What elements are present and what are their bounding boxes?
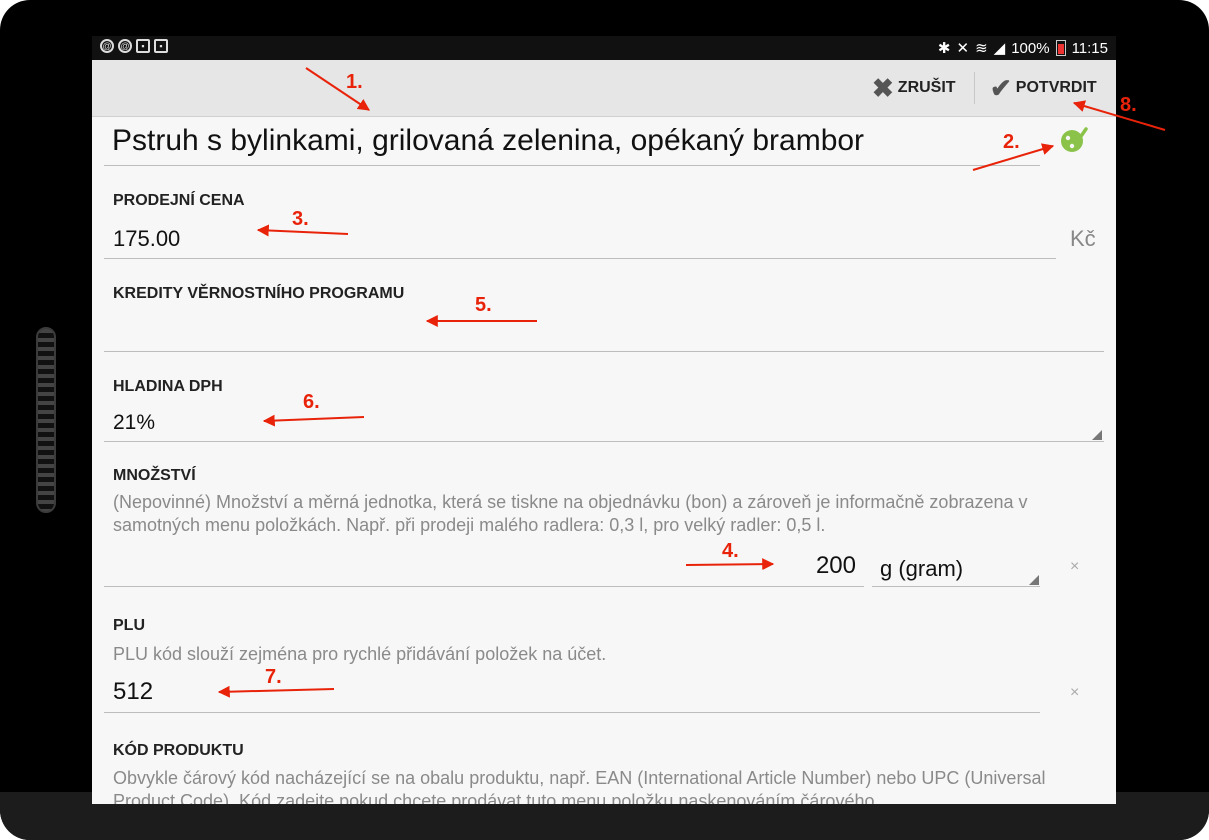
currency-label: Kč bbox=[1070, 226, 1096, 251]
notification-icon: ▪ bbox=[136, 39, 150, 53]
device-screen: @ @ ▪ ▪ ✱ ✕ ≋ ◢ 100% 11:15 ✖ ZRUŠIT ✔ PO… bbox=[92, 36, 1116, 804]
bluetooth-icon: ✱ bbox=[937, 40, 951, 57]
annotation-label-5: 5. bbox=[475, 294, 492, 316]
quantity-hint: (Nepovinné) Množství a měrná jednotka, k… bbox=[113, 492, 1028, 535]
price-input[interactable]: 175.00 bbox=[113, 226, 180, 252]
notification-icon: ▪ bbox=[154, 39, 168, 53]
quantity-underline bbox=[104, 586, 864, 587]
battery-percent: 100% bbox=[1011, 39, 1050, 57]
wifi-icon: ≋ bbox=[975, 40, 988, 57]
item-name-underline bbox=[104, 165, 1040, 166]
status-system: ✱ ✕ ≋ ◢ 100% 11:15 bbox=[937, 39, 1108, 58]
notification-icon: @ bbox=[100, 39, 114, 53]
vat-underline bbox=[104, 441, 1104, 442]
status-notifications: @ @ ▪ ▪ bbox=[100, 39, 168, 53]
item-name-input[interactable]: Pstruh s bylinkami, grilovaná zelenina, … bbox=[112, 124, 864, 158]
unit-dropdown-icon[interactable] bbox=[1029, 575, 1039, 585]
notification-icon: @ bbox=[118, 39, 132, 53]
plu-input[interactable]: 512 bbox=[113, 678, 153, 706]
quantity-clear-icon[interactable]: × bbox=[1070, 558, 1079, 576]
tablet-side-button bbox=[36, 327, 56, 513]
unit-select[interactable]: g (gram) bbox=[880, 556, 963, 582]
vat-label: HLADINA DPH bbox=[113, 378, 223, 395]
plu-underline bbox=[104, 712, 1040, 713]
battery-icon bbox=[1055, 40, 1066, 56]
annotation-label-2: 2. bbox=[1003, 131, 1020, 153]
confirm-button[interactable]: ✔ POTVRDIT bbox=[990, 60, 1097, 116]
annotation-label-7: 7. bbox=[265, 666, 282, 688]
credits-label: KREDITY VĚRNOSTNÍHO PROGRAMU bbox=[113, 285, 405, 302]
vat-dropdown-icon[interactable] bbox=[1092, 430, 1102, 440]
tablet-frame: @ @ ▪ ▪ ✱ ✕ ≋ ◢ 100% 11:15 ✖ ZRUŠIT ✔ PO… bbox=[0, 0, 1209, 840]
annotation-label-6: 6. bbox=[303, 391, 320, 413]
price-label: PRODEJNÍ CENA bbox=[113, 192, 245, 209]
status-bar: @ @ ▪ ▪ ✱ ✕ ≋ ◢ 100% 11:15 bbox=[92, 36, 1116, 60]
product-code-hint: Obvykle čárový kód nacházející se na oba… bbox=[113, 768, 1046, 804]
price-underline bbox=[104, 258, 1056, 259]
mute-icon: ✕ bbox=[956, 40, 970, 57]
plu-label: PLU bbox=[113, 617, 145, 634]
product-code-label: KÓD PRODUKTU bbox=[113, 742, 244, 759]
confirm-button-label: POTVRDIT bbox=[1015, 79, 1097, 96]
check-icon: ✔ bbox=[990, 73, 1012, 103]
annotation-label-4: 4. bbox=[722, 540, 739, 562]
quantity-input[interactable]: 200 bbox=[792, 552, 856, 580]
annotation-label-8: 8. bbox=[1120, 94, 1137, 116]
plu-hint: PLU kód slouží zejména pro rychlé přidáv… bbox=[113, 644, 607, 664]
signal-icon: ◢ bbox=[993, 40, 1006, 57]
action-bar: ✖ ZRUŠIT ✔ POTVRDIT bbox=[92, 60, 1116, 117]
annotation-label-1: 1. bbox=[346, 71, 363, 93]
cancel-button-label: ZRUŠIT bbox=[897, 79, 956, 96]
clock: 11:15 bbox=[1071, 39, 1108, 57]
quantity-label: MNOŽSTVÍ bbox=[113, 467, 196, 484]
cancel-button[interactable]: ✖ ZRUŠIT bbox=[872, 60, 956, 116]
vat-select[interactable]: 21% bbox=[113, 411, 155, 435]
action-bar-divider bbox=[974, 72, 975, 104]
palette-icon[interactable] bbox=[1060, 126, 1088, 154]
plu-clear-icon[interactable]: × bbox=[1070, 684, 1079, 702]
unit-underline bbox=[872, 586, 1040, 587]
credits-underline bbox=[104, 351, 1104, 352]
annotation-label-3: 3. bbox=[292, 208, 309, 230]
close-icon: ✖ bbox=[872, 73, 894, 103]
